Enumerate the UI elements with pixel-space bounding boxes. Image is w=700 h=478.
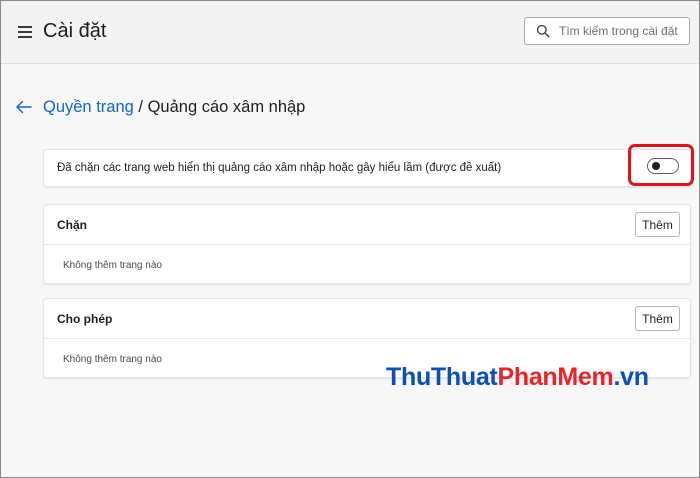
- block-empty-text: Không thêm trang nào: [63, 260, 162, 271]
- block-section: Chặn Thêm Không thêm trang nào: [43, 204, 691, 284]
- toggle-label: Đã chặn các trang web hiển thị quảng cáo…: [57, 162, 502, 174]
- menu-icon[interactable]: [18, 26, 32, 38]
- header-bar: Cài đặt: [1, 1, 699, 64]
- search-icon: [536, 24, 550, 38]
- block-add-button[interactable]: Thêm: [635, 212, 680, 237]
- allow-empty-text: Không thêm trang nào: [63, 354, 162, 365]
- watermark-part-3: .vn: [613, 363, 649, 391]
- watermark-part-2: PhanMem: [497, 363, 614, 391]
- watermark-logo: ThuThuatPhanMem.vn: [386, 363, 649, 392]
- page-title: Cài đặt: [43, 20, 107, 42]
- search-box[interactable]: [524, 17, 690, 45]
- highlight-annotation: [628, 144, 694, 186]
- allow-section-title: Cho phép: [57, 312, 113, 326]
- allow-add-button[interactable]: Thêm: [635, 306, 680, 331]
- breadcrumb-separator: /: [133, 98, 148, 116]
- breadcrumb-parent-link[interactable]: Quyền trang: [43, 98, 134, 116]
- settings-window: Cài đặt Quyền trang / Quảng cáo xâm nhập…: [0, 0, 700, 478]
- watermark-part-1: ThuThuat: [386, 363, 498, 391]
- breadcrumb-current: Quảng cáo xâm nhập: [147, 98, 306, 116]
- block-section-title: Chặn: [57, 218, 87, 232]
- intrusive-ads-toggle-card: Đã chặn các trang web hiển thị quảng cáo…: [43, 149, 691, 187]
- block-section-header: Chặn Thêm: [44, 205, 690, 245]
- breadcrumb: Quyền trang / Quảng cáo xâm nhập: [43, 98, 305, 117]
- search-input[interactable]: [559, 21, 687, 41]
- back-arrow-icon[interactable]: [15, 100, 33, 114]
- allow-section-header: Cho phép Thêm: [44, 299, 690, 339]
